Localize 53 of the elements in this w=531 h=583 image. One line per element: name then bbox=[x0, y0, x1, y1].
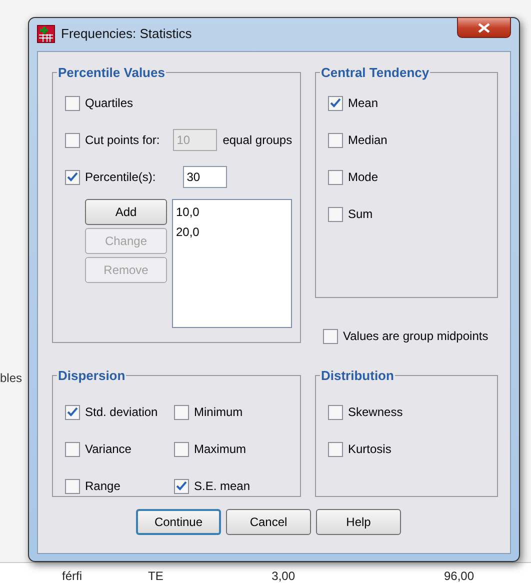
list-item[interactable]: 20,0 bbox=[176, 222, 288, 242]
checkbox-label: Std. deviation bbox=[85, 404, 158, 421]
group-title: Central Tendency bbox=[320, 66, 430, 79]
table-cell-text: TE bbox=[148, 568, 164, 583]
checkbox[interactable] bbox=[328, 96, 343, 110]
close-button[interactable] bbox=[457, 17, 511, 38]
label-text: equal groups bbox=[222, 132, 292, 149]
checkbox-label: Maximum bbox=[194, 441, 246, 458]
checkbox-label: Percentile(s): bbox=[85, 169, 156, 186]
checkbox-label: Values are group midpoints bbox=[343, 328, 488, 345]
checkbox-label: Sum bbox=[348, 206, 373, 223]
group-title: Distribution bbox=[320, 369, 395, 382]
checkbox[interactable] bbox=[174, 404, 189, 420]
table-icon bbox=[37, 24, 55, 43]
checkbox[interactable] bbox=[328, 404, 343, 420]
checkbox-label: Variance bbox=[85, 441, 132, 458]
checkbox[interactable] bbox=[328, 206, 343, 222]
dialog-button[interactable]: Help bbox=[316, 509, 401, 535]
checkbox-label: Minimum bbox=[194, 404, 243, 421]
checkbox-label: Mode bbox=[348, 169, 378, 186]
checkbox[interactable] bbox=[328, 132, 343, 148]
partial-text: bles bbox=[0, 370, 22, 387]
checkbox[interactable] bbox=[65, 478, 80, 494]
close-icon bbox=[478, 22, 490, 32]
checkbox[interactable] bbox=[65, 96, 80, 110]
checkbox-label: Cut points for: bbox=[85, 132, 160, 149]
group-title: Percentile Values bbox=[57, 66, 166, 79]
table-cell-text: 3,00 bbox=[272, 568, 295, 583]
checkbox-label: Range bbox=[85, 478, 120, 495]
checkbox-label: Quartiles bbox=[85, 95, 134, 112]
checkbox-label: Skewness bbox=[348, 404, 403, 421]
dialog-button[interactable]: Cancel bbox=[226, 509, 311, 535]
percentile-list[interactable]: 10,0 20,0 bbox=[172, 199, 292, 328]
group-title: Dispersion bbox=[57, 369, 126, 382]
checkbox-label: Mean bbox=[348, 95, 378, 112]
checkbox[interactable] bbox=[328, 170, 343, 184]
checkbox[interactable] bbox=[65, 442, 80, 456]
checkbox-label: S.E. mean bbox=[194, 478, 250, 495]
checkbox[interactable] bbox=[323, 328, 338, 344]
checkbox[interactable] bbox=[65, 404, 80, 420]
list-item[interactable]: 10,0 bbox=[176, 202, 288, 222]
table-cell-text: 96,00 bbox=[444, 568, 474, 583]
checkbox[interactable] bbox=[65, 170, 80, 184]
checkbox[interactable] bbox=[174, 478, 189, 494]
checkbox[interactable] bbox=[328, 442, 343, 456]
percentile-field[interactable]: 30 bbox=[182, 166, 227, 188]
window-title: Frequencies: Statistics bbox=[61, 25, 192, 43]
checkbox-label: Kurtosis bbox=[348, 441, 392, 458]
checkbox-label: Median bbox=[348, 132, 388, 149]
dialog-button[interactable]: Continue bbox=[136, 509, 221, 535]
checkbox[interactable] bbox=[174, 442, 189, 456]
table-cell-text: férfi bbox=[62, 568, 82, 583]
action-button[interactable]: Add bbox=[85, 199, 167, 225]
